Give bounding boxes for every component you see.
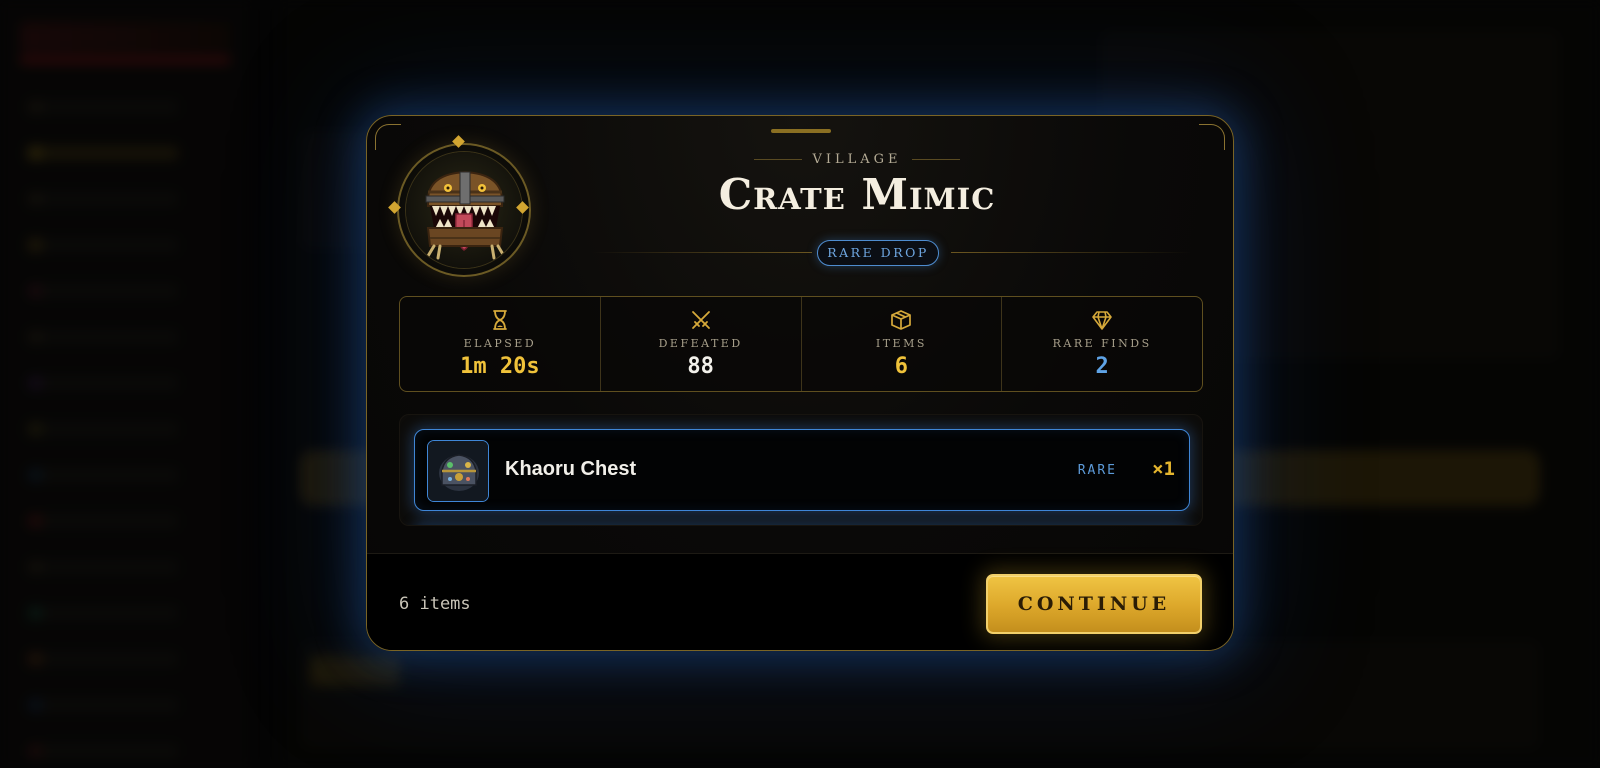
- divider: [592, 252, 812, 253]
- stat-label: RARE FINDS: [1052, 337, 1152, 350]
- gem-icon: [1092, 311, 1112, 330]
- loot-list[interactable]: Khaoru Chest RARE ×1: [399, 414, 1203, 526]
- stat-value: 6: [894, 354, 908, 379]
- stat-elapsed: ELAPSED 1m 20s: [400, 297, 601, 391]
- item-count: 6 items: [399, 594, 471, 614]
- stat-defeated: DEFEATED 88: [601, 297, 802, 391]
- box-icon: [891, 310, 912, 330]
- crossed-swords-icon: [691, 311, 710, 329]
- continue-button[interactable]: CONTINUE: [986, 574, 1202, 634]
- loot-chest-icon: [427, 440, 489, 502]
- stat-value: 1m 20s: [460, 354, 540, 379]
- stat-label: ITEMS: [875, 337, 927, 350]
- loot-item-name: Khaoru Chest: [505, 458, 637, 480]
- zone-label: VILLAGE: [812, 151, 902, 167]
- stats-panel: ELAPSED 1m 20s DEFEATED 88 ITEMS 6 RARE …: [399, 296, 1203, 392]
- stat-label: DEFEATED: [658, 337, 743, 350]
- stat-label: ELAPSED: [463, 337, 537, 350]
- loot-item-rarity: RARE: [1077, 463, 1117, 478]
- mimic-chest-icon: [405, 151, 523, 269]
- stat-value: 88: [687, 354, 714, 379]
- loot-item[interactable]: [414, 525, 1190, 526]
- divider: [911, 158, 960, 160]
- modal-handle: [771, 129, 831, 133]
- loot-item[interactable]: Khaoru Chest RARE ×1: [414, 429, 1190, 511]
- corner-ornament: [375, 124, 401, 150]
- hourglass-icon: [492, 310, 507, 330]
- stat-rare-finds: RARE FINDS 2: [1002, 297, 1202, 391]
- zone-row: VILLAGE: [747, 149, 967, 169]
- stat-items: ITEMS 6: [802, 297, 1003, 391]
- loot-item-quantity: ×1: [1152, 458, 1175, 480]
- rarity-badge: RARE DROP: [817, 240, 939, 266]
- divider: [754, 158, 803, 160]
- divider: [951, 252, 1191, 253]
- stat-value: 2: [1095, 354, 1109, 379]
- boss-name: Crate Mimic: [718, 170, 996, 219]
- loot-summary-modal: VILLAGE Crate Mimic RARE DROP ELAPSED 1m…: [366, 115, 1234, 651]
- corner-ornament: [1199, 124, 1225, 150]
- boss-portrait: [397, 143, 531, 277]
- modal-footer: 6 items CONTINUE: [367, 553, 1233, 650]
